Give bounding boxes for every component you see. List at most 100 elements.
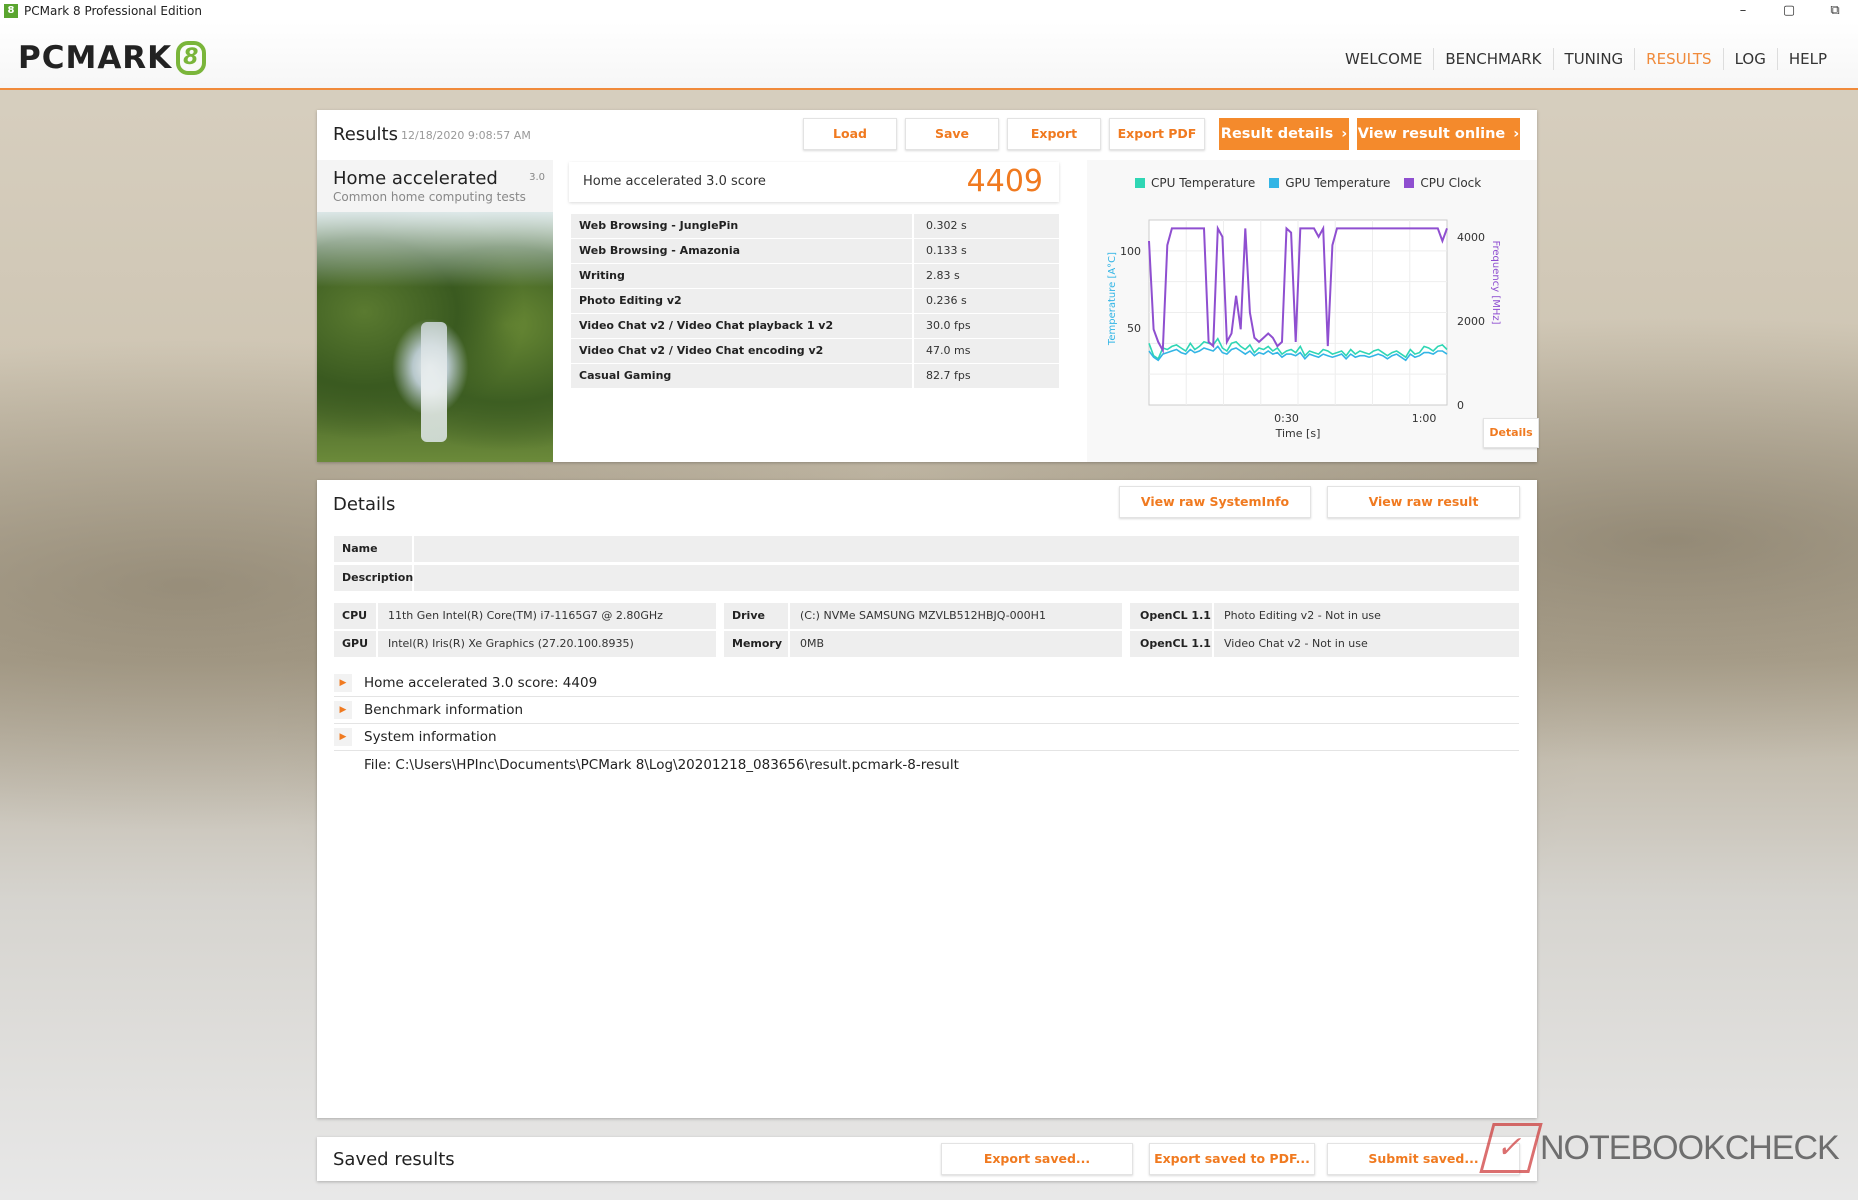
- score-value: 4409: [966, 164, 1043, 199]
- nav-tuning[interactable]: TUNING: [1552, 48, 1635, 70]
- window-titlebar: 8 PCMark 8 Professional Edition – ▢ ⧉: [0, 0, 1858, 22]
- view-raw-sysinfo-button[interactable]: View raw SystemInfo: [1119, 486, 1311, 518]
- drive-label: Drive: [724, 603, 788, 629]
- section-score[interactable]: ▶ Home accelerated 3.0 score: 4409: [334, 670, 1519, 697]
- subscore-name: Web Browsing - Amazonia: [571, 239, 912, 264]
- subscore-value: 0.133 s: [914, 239, 1059, 264]
- restore-button[interactable]: ⧉: [1812, 0, 1858, 22]
- legend-swatch: [1135, 178, 1145, 188]
- subscore-row: Photo Editing v2 0.236 s: [571, 289, 1059, 314]
- view-raw-result-button[interactable]: View raw result: [1327, 486, 1520, 518]
- export-saved-pdf-button[interactable]: Export saved to PDF...: [1149, 1143, 1315, 1175]
- opencl-value: Video Chat v2 - Not in use: [1214, 631, 1519, 657]
- results-title: Results: [333, 124, 398, 145]
- section-label: Benchmark information: [364, 702, 524, 718]
- window-title: PCMark 8 Professional Edition: [24, 4, 202, 18]
- y-left-tick-label: 50: [1127, 322, 1141, 335]
- export-button[interactable]: Export: [1007, 118, 1101, 150]
- x-tick-label: 0:30: [1274, 412, 1299, 425]
- cpu-value: 11th Gen Intel(R) Core(TM) i7-1165G7 @ 2…: [378, 603, 716, 629]
- section-benchmark-info[interactable]: ▶ Benchmark information: [334, 697, 1519, 724]
- name-label: Name: [334, 536, 412, 562]
- sys-row: CPU 11th Gen Intel(R) Core(TM) i7-1165G7…: [334, 603, 1519, 629]
- app-icon: 8: [4, 4, 18, 18]
- legend-label: CPU Clock: [1420, 176, 1482, 190]
- section-label: System information: [364, 729, 497, 745]
- subscore-name: Web Browsing - JunglePin: [571, 214, 912, 239]
- nav-benchmark[interactable]: BENCHMARK: [1433, 48, 1552, 70]
- y-left-tick-label: 100: [1120, 245, 1141, 258]
- gpu-value: Intel(R) Iris(R) Xe Graphics (27.20.100.…: [378, 631, 716, 657]
- benchmark-card: Home accelerated 3.0 Common home computi…: [317, 160, 553, 462]
- results-panel: Results 12/18/2020 9:08:57 AM Load Save …: [317, 110, 1539, 462]
- opencl-label: OpenCL 1.1: [1130, 631, 1212, 657]
- y-left-axis-label: Temperature [A°C]: [1107, 252, 1118, 346]
- nav-log[interactable]: LOG: [1722, 48, 1777, 70]
- monitoring-chart: CPU Temperature GPU Temperature CPU Cloc…: [1087, 160, 1539, 462]
- chart-details-button[interactable]: Details: [1483, 418, 1539, 448]
- x-tick-label: 1:00: [1412, 412, 1437, 425]
- section-label: Home accelerated 3.0 score: 4409: [364, 675, 598, 691]
- subscore-value: 82.7 fps: [914, 364, 1059, 389]
- app-header: PCMARK 8 WELCOME BENCHMARK TUNING RESULT…: [0, 22, 1858, 90]
- legend-label: CPU Temperature: [1151, 176, 1256, 190]
- subscore-value: 0.302 s: [914, 214, 1059, 239]
- export-saved-button[interactable]: Export saved...: [941, 1143, 1133, 1175]
- description-label: Description: [334, 565, 413, 591]
- y-right-tick-label: 4000: [1457, 231, 1485, 244]
- description-value: [414, 565, 1519, 591]
- results-header: Results 12/18/2020 9:08:57 AM Load Save …: [317, 110, 1537, 158]
- benchmark-image: [317, 212, 553, 462]
- details-title: Details: [333, 494, 396, 515]
- drive-value: (C:) NVMe SAMSUNG MZVLB512HBJQ-000H1: [790, 603, 1122, 629]
- results-date: 12/18/2020 9:08:57 AM: [401, 129, 531, 142]
- logo-text: PCMARK: [18, 40, 173, 76]
- benchmark-subtitle: Common home computing tests: [333, 190, 526, 204]
- maximize-button[interactable]: ▢: [1766, 0, 1812, 22]
- name-value: [414, 536, 1519, 562]
- sys-row: GPU Intel(R) Iris(R) Xe Graphics (27.20.…: [334, 631, 1519, 657]
- score-box: Home accelerated 3.0 score 4409: [569, 162, 1059, 202]
- subscore-value: 30.0 fps: [914, 314, 1059, 339]
- nav-welcome[interactable]: WELCOME: [1334, 48, 1433, 70]
- legend-item: CPU Clock: [1404, 176, 1481, 190]
- nav-results[interactable]: RESULTS: [1634, 48, 1722, 70]
- y-right-axis-label: Frequency [MHz]: [1490, 240, 1501, 324]
- main-nav: WELCOME BENCHMARK TUNING RESULTS LOG HEL…: [1334, 48, 1838, 70]
- x-axis-label: Time [s]: [1275, 427, 1321, 440]
- load-button[interactable]: Load: [803, 118, 897, 150]
- expand-arrow-icon: ▶: [334, 674, 352, 692]
- waterfall-graphic: [421, 322, 447, 442]
- subscore-table: Web Browsing - JunglePin 0.302 s Web Bro…: [571, 214, 1059, 389]
- nav-help[interactable]: HELP: [1776, 48, 1838, 70]
- subscore-name: Video Chat v2 / Video Chat playback 1 v2: [571, 314, 912, 339]
- result-details-label: Result details: [1220, 126, 1334, 142]
- subscore-name: Casual Gaming: [571, 364, 912, 389]
- y-right-tick-label: 2000: [1457, 315, 1485, 328]
- subscore-row: Writing 2.83 s: [571, 264, 1059, 289]
- result-details-button[interactable]: Result details ›: [1219, 118, 1349, 150]
- expand-arrow-icon: ▶: [334, 728, 352, 746]
- memory-label: Memory: [724, 631, 788, 657]
- window-controls: – ▢ ⧉: [1720, 0, 1858, 22]
- memory-value: 0MB: [790, 631, 1122, 657]
- save-button[interactable]: Save: [905, 118, 999, 150]
- subscore-row: Video Chat v2 / Video Chat playback 1 v2…: [571, 314, 1059, 339]
- section-system-info[interactable]: ▶ System information: [334, 724, 1519, 751]
- y-right-tick-label: 0: [1457, 399, 1464, 412]
- view-online-label: View result online: [1357, 126, 1506, 142]
- subscore-name: Video Chat v2 / Video Chat encoding v2: [571, 339, 912, 364]
- benchmark-version: 3.0: [529, 172, 545, 183]
- benchmark-name: Home accelerated: [333, 168, 498, 189]
- result-file-path: File: C:\Users\HPInc\Documents\PCMark 8\…: [364, 757, 959, 773]
- description-row: Description: [334, 565, 1519, 591]
- subscore-name: Photo Editing v2: [571, 289, 912, 314]
- view-online-button[interactable]: View result online ›: [1357, 118, 1520, 150]
- expand-arrow-icon: ▶: [334, 701, 352, 719]
- watermark: ✓ NOTEBOOKCHECK: [1479, 1118, 1846, 1178]
- legend-swatch: [1404, 178, 1415, 188]
- minimize-button[interactable]: –: [1720, 0, 1766, 22]
- cpu-label: CPU: [334, 603, 376, 629]
- export-pdf-button[interactable]: Export PDF: [1109, 118, 1205, 150]
- subscore-value: 2.83 s: [914, 264, 1059, 289]
